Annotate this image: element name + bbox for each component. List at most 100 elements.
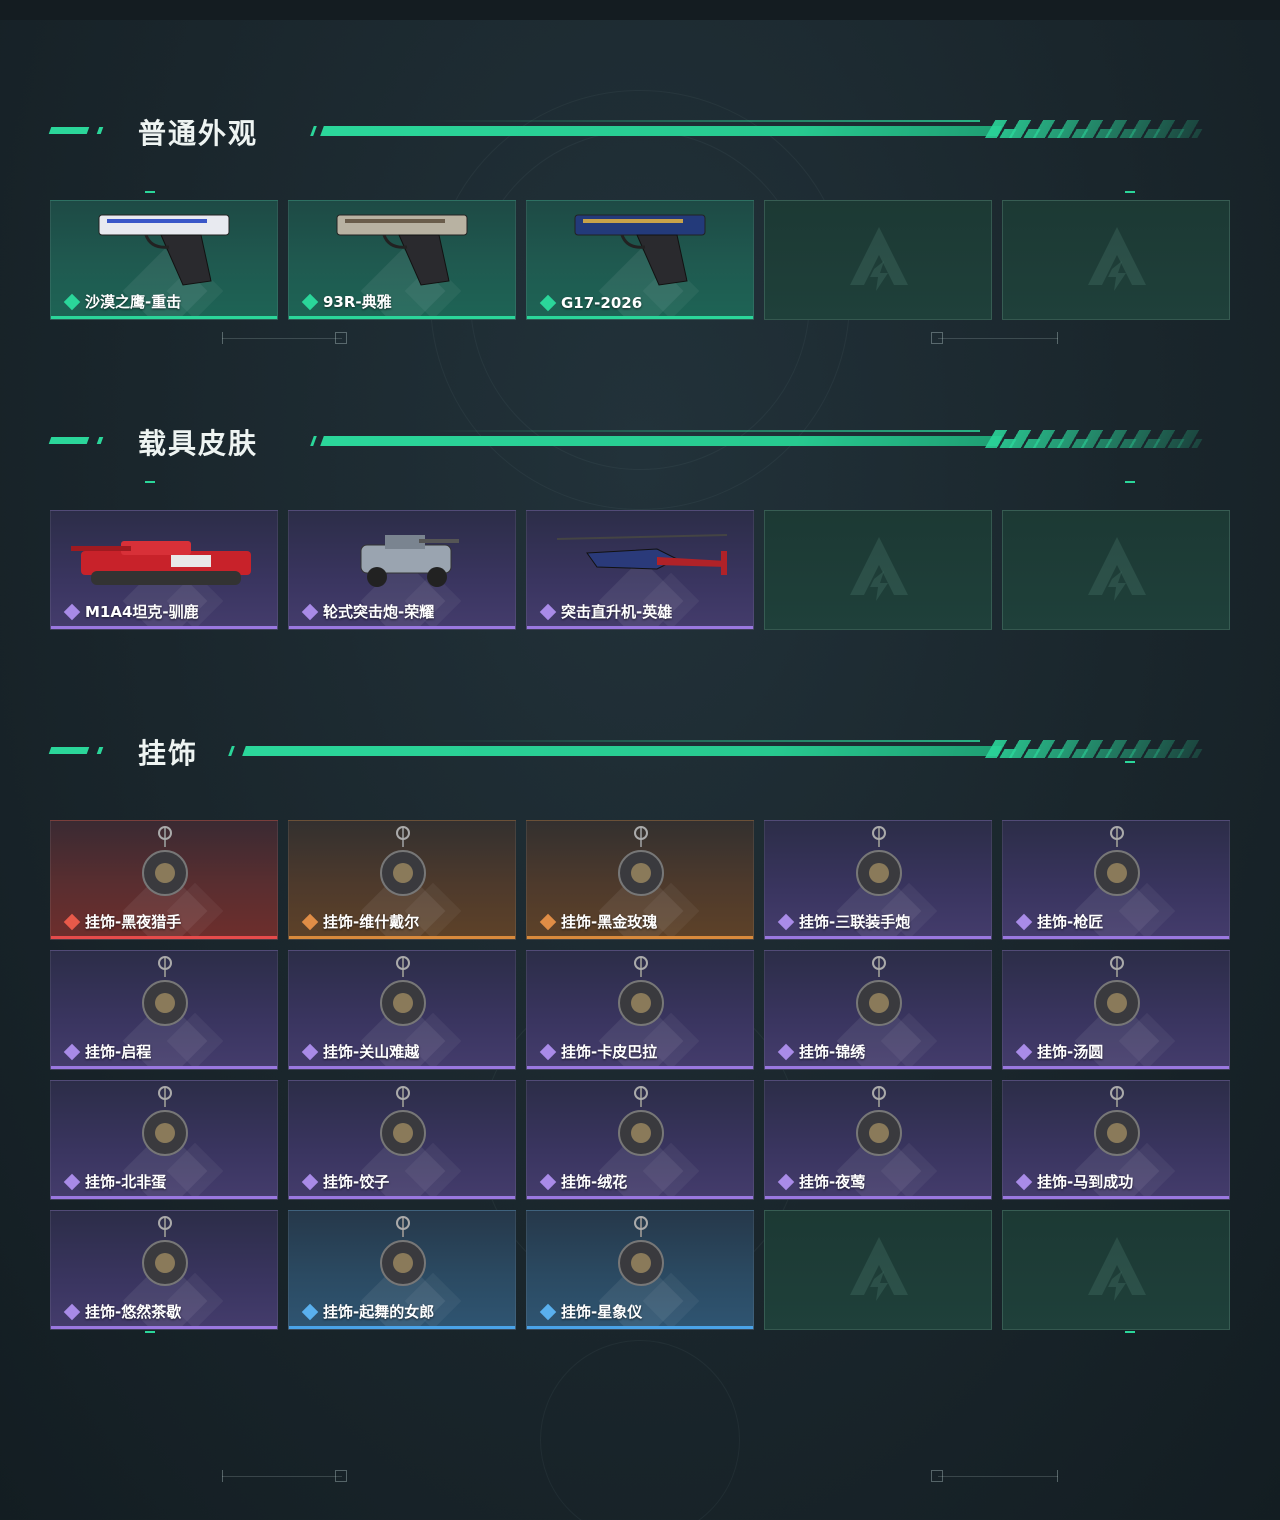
item-card[interactable]: 沙漠之鹰-重击 [50,200,278,320]
header-thin-line [430,430,980,432]
item-name: 挂饰-星象仪 [561,1303,643,1321]
rarity-icon [1015,913,1033,930]
header-thin-line [430,120,980,122]
header-checker-pattern [987,129,1203,138]
section-title: 普通外观 [138,117,259,150]
armored-car-icon [360,535,459,587]
item-card[interactable]: 挂饰-绒花 [526,1080,754,1200]
item-name: 挂饰-三联装手炮 [799,913,911,931]
deco-line [938,1476,1058,1477]
charm-icon [380,1086,426,1156]
header-accent-bar [48,127,90,134]
rarity-icon [63,1173,81,1190]
item-card[interactable]: 挂饰-夜莺 [764,1080,992,1200]
bg-ring [540,1340,740,1520]
rarity-icon [63,913,81,930]
item-card[interactable]: 挂饰-关山难越 [288,950,516,1070]
item-name: G17-2026 [561,294,643,312]
item-card[interactable]: 挂饰-黑金玫瑰 [526,820,754,940]
rarity-icon [301,1043,319,1060]
charm-icon [142,1086,188,1156]
card-label-row: 挂饰-黑金玫瑰 [539,911,657,932]
item-card[interactable]: G17-2026 [526,200,754,320]
rarity-icon [301,293,319,310]
rarity-bar [289,626,515,629]
empty-item-slot [764,200,992,320]
deco-box [931,1470,943,1482]
card-label-row: 挂饰-马到成功 [1015,1171,1133,1192]
item-card[interactable]: 突击直升机-英雄 [526,510,754,630]
item-card[interactable]: 93R-典雅 [288,200,516,320]
header-line [320,436,1002,446]
charm-icon [1094,956,1140,1026]
rarity-bar [1003,1066,1229,1069]
rarity-bar [289,316,515,319]
section-header-normal-skins: 普通外观 [0,110,1280,150]
rarity-bar [527,1066,753,1069]
item-card[interactable]: 挂饰-卡皮巴拉 [526,950,754,1070]
item-card[interactable]: 挂饰-北非蛋 [50,1080,278,1200]
deco-dash [145,191,155,193]
item-card[interactable]: 挂饰-黑夜猎手 [50,820,278,940]
item-card[interactable]: 挂饰-启程 [50,950,278,1070]
item-card[interactable]: 挂饰-饺子 [288,1080,516,1200]
item-card[interactable]: 挂饰-汤圆 [1002,950,1230,1070]
section-title: 挂饰 [138,737,199,770]
header-slash [310,436,317,446]
deco-box [335,332,347,344]
section-header-charms: 挂饰 [0,730,1280,770]
rarity-icon [301,603,319,620]
item-card[interactable]: 挂饰-锦绣 [764,950,992,1070]
item-name: M1A4坦克-驯鹿 [85,603,199,621]
card-label-row: 挂饰-卡皮巴拉 [539,1041,657,1062]
rarity-bar [289,936,515,939]
top-bar [0,0,1280,20]
card-label-row: 93R-典雅 [301,291,392,312]
rarity-bar [527,1196,753,1199]
card-label-row: 挂饰-锦绣 [777,1041,865,1062]
card-label-row: 挂饰-汤圆 [1015,1041,1103,1062]
rarity-bar [527,1326,753,1329]
card-label-row: 挂饰-黑夜猎手 [63,911,181,932]
charm-icon [618,956,664,1026]
deco-dash [145,481,155,483]
card-label-row: G17-2026 [539,294,643,312]
rarity-bar [51,936,277,939]
item-card[interactable]: 轮式突击炮-荣耀 [288,510,516,630]
charm-icon [380,826,426,896]
rarity-bar [1003,1196,1229,1199]
item-card[interactable]: 挂饰-悠然茶歇 [50,1210,278,1330]
item-card[interactable]: 挂饰-三联装手炮 [764,820,992,940]
item-card[interactable]: 挂饰-枪匠 [1002,820,1230,940]
logo-placeholder-icon [1088,227,1146,291]
deco-tick [1057,1470,1058,1482]
rarity-icon [301,1303,319,1320]
item-name: 挂饰-绒花 [561,1173,628,1191]
rarity-icon [63,1303,81,1320]
card-label-row: 挂饰-夜莺 [777,1171,865,1192]
rarity-icon [539,1173,557,1190]
header-thin-line [430,740,980,742]
charm-icon [856,1086,902,1156]
rarity-bar [51,316,277,319]
card-label-row: 挂饰-关山难越 [301,1041,419,1062]
item-card[interactable]: 挂饰-维什戴尔 [288,820,516,940]
pistol-icon [98,214,230,286]
charm-icon [380,1216,426,1286]
rarity-icon [539,294,557,312]
charm-icon [142,826,188,896]
item-name: 挂饰-枪匠 [1037,913,1104,931]
item-card[interactable]: 挂饰-马到成功 [1002,1080,1230,1200]
header-accent-bar [96,127,104,134]
header-accent-bar [96,747,104,754]
rarity-icon [301,913,319,930]
charm-icon [1094,826,1140,896]
rarity-icon [777,1043,795,1060]
charm-icon [142,1216,188,1286]
item-card[interactable]: M1A4坦克-驯鹿 [50,510,278,630]
deco-line [938,338,1058,339]
item-card[interactable]: 挂饰-起舞的女郎 [288,1210,516,1330]
item-card[interactable]: 挂饰-星象仪 [526,1210,754,1330]
rarity-icon [63,293,81,310]
charm-icon [1094,1086,1140,1156]
